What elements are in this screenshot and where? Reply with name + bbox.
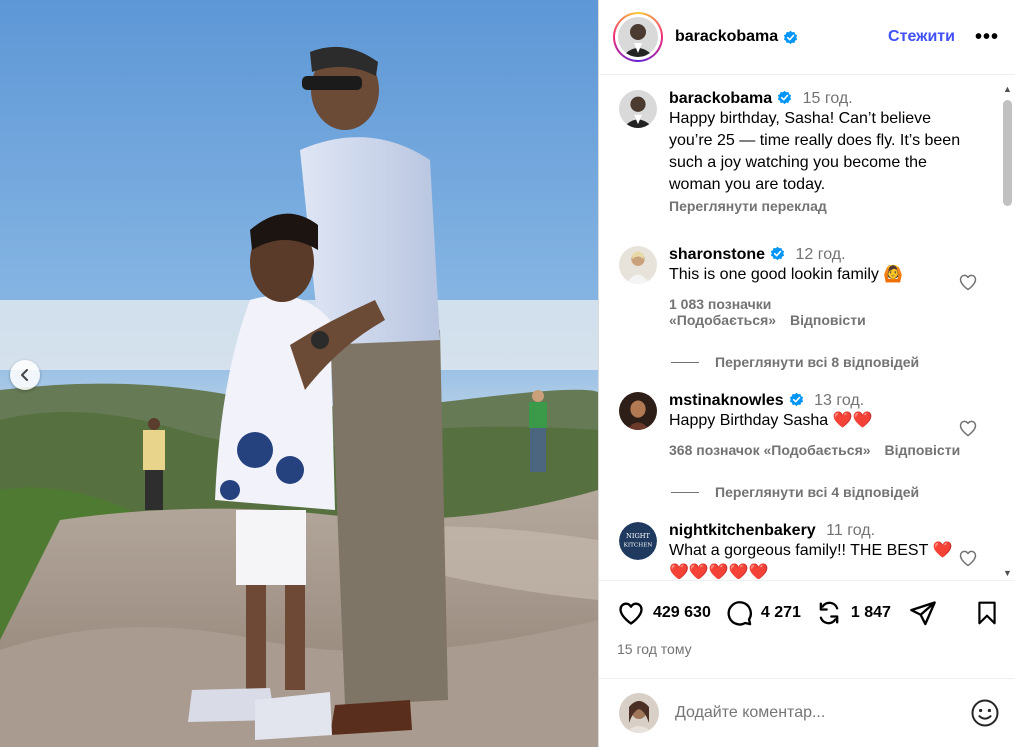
- verified-badge-icon: [770, 246, 785, 261]
- post-side-panel: barackobama Стежити ••• barackobama 15 г…: [598, 0, 1015, 747]
- avatar[interactable]: [619, 90, 657, 128]
- caption: barackobama 15 год. Happy birthday, Sash…: [619, 90, 1015, 214]
- comment-time[interactable]: 12 год.: [795, 246, 845, 263]
- author-username[interactable]: barackobama: [675, 28, 798, 46]
- comment-text: This is one good lookin family 🙆: [669, 266, 904, 283]
- avatar: [619, 693, 659, 733]
- prev-image-button[interactable]: [10, 360, 40, 390]
- comment-text: What a gorgeous family!! THE BEST ❤️❤️❤️…: [669, 542, 953, 579]
- smiley-icon[interactable]: [970, 698, 1000, 728]
- verified-badge-icon: [784, 30, 798, 44]
- view-replies-label[interactable]: Переглянути всі 8 відповідей: [715, 354, 919, 370]
- likes-count[interactable]: 429 630: [653, 604, 711, 622]
- add-comment-bar: [599, 678, 1015, 747]
- more-options-button[interactable]: •••: [975, 27, 999, 47]
- comment-button[interactable]: 4 271: [725, 599, 801, 627]
- avatar[interactable]: [619, 392, 657, 430]
- avatar[interactable]: [619, 246, 657, 284]
- scroll-down-arrow-icon[interactable]: ▼: [1003, 568, 1012, 578]
- send-icon[interactable]: [909, 599, 937, 627]
- heart-icon[interactable]: [958, 548, 978, 568]
- post-actions: 429 630 4 271 1 847 15 год тому: [599, 580, 1015, 657]
- heart-icon[interactable]: [958, 418, 978, 438]
- repost-icon: [819, 601, 839, 625]
- repost-button[interactable]: 1 847: [815, 599, 891, 627]
- like-button[interactable]: 429 630: [617, 599, 711, 627]
- comment-text: Happy Birthday Sasha ❤️❤️: [669, 412, 873, 429]
- comment-username[interactable]: nightkitchenbakery: [669, 522, 816, 539]
- reposts-count[interactable]: 1 847: [851, 604, 891, 622]
- reply-button[interactable]: Відповісти: [790, 312, 866, 328]
- comment-item: sharonstone 12 год. This is one good loo…: [619, 246, 1015, 328]
- post-dialog: barackobama Стежити ••• barackobama 15 г…: [0, 0, 1015, 747]
- svg-text:KITCHEN: KITCHEN: [624, 543, 653, 549]
- post-header: barackobama Стежити •••: [599, 0, 1015, 75]
- svg-text:NIGHT: NIGHT: [626, 532, 651, 540]
- heart-icon[interactable]: [958, 272, 978, 292]
- post-timestamp[interactable]: 15 год тому: [617, 641, 1000, 657]
- scrollbar-thumb[interactable]: [1003, 100, 1012, 206]
- follow-button[interactable]: Стежити: [888, 28, 955, 46]
- comments-count[interactable]: 4 271: [761, 604, 801, 622]
- scroll-up-arrow-icon[interactable]: ▲: [1003, 84, 1012, 94]
- verified-badge-icon: [778, 90, 792, 105]
- caption-username[interactable]: barackobama: [669, 90, 772, 107]
- comment-likes-count[interactable]: 368 позначок «Подобається»: [669, 442, 871, 458]
- caption-text: Happy birthday, Sasha! Can’t believe you…: [669, 110, 961, 193]
- avatar: [618, 17, 658, 57]
- comment-icon: [727, 601, 752, 626]
- photo-scene: [0, 0, 598, 747]
- chevron-left-icon: [21, 369, 28, 381]
- comments-scrollbar[interactable]: ▲ ▼: [1001, 84, 1013, 578]
- comment-item: NIGHT KITCHEN nightkitchenbakery 11 год.…: [619, 522, 1015, 579]
- bookmark-icon[interactable]: [974, 600, 1000, 626]
- heart-icon: [619, 602, 643, 625]
- view-replies-button[interactable]: Переглянути всі 8 відповідей: [671, 354, 1015, 370]
- author-username-text[interactable]: barackobama: [675, 28, 778, 46]
- comment-input[interactable]: [675, 704, 970, 722]
- comment-username[interactable]: mstinaknowles: [669, 392, 784, 409]
- see-translation-link[interactable]: Переглянути переклад: [669, 198, 969, 214]
- comment-username[interactable]: sharonstone: [669, 246, 765, 263]
- post-photo[interactable]: [0, 0, 598, 747]
- avatar[interactable]: NIGHT KITCHEN: [619, 522, 657, 560]
- reply-button[interactable]: Відповісти: [885, 442, 961, 458]
- view-replies-label[interactable]: Переглянути всі 4 відповідей: [715, 484, 919, 500]
- comment-item: mstinaknowles 13 год. Happy Birthday Sas…: [619, 392, 1015, 458]
- caption-time[interactable]: 15 год.: [803, 90, 853, 107]
- comments-list[interactable]: barackobama 15 год. Happy birthday, Sash…: [599, 76, 1015, 579]
- divider: [671, 491, 699, 493]
- verified-badge-icon: [789, 392, 803, 407]
- divider: [671, 361, 699, 363]
- comment-time[interactable]: 11 год.: [826, 522, 875, 539]
- comment-likes-count[interactable]: 1 083 позначки «Подобається»: [669, 296, 776, 328]
- author-avatar-story-ring[interactable]: [613, 12, 663, 62]
- comment-time[interactable]: 13 год.: [814, 392, 864, 409]
- view-replies-button[interactable]: Переглянути всі 4 відповідей: [671, 484, 1015, 500]
